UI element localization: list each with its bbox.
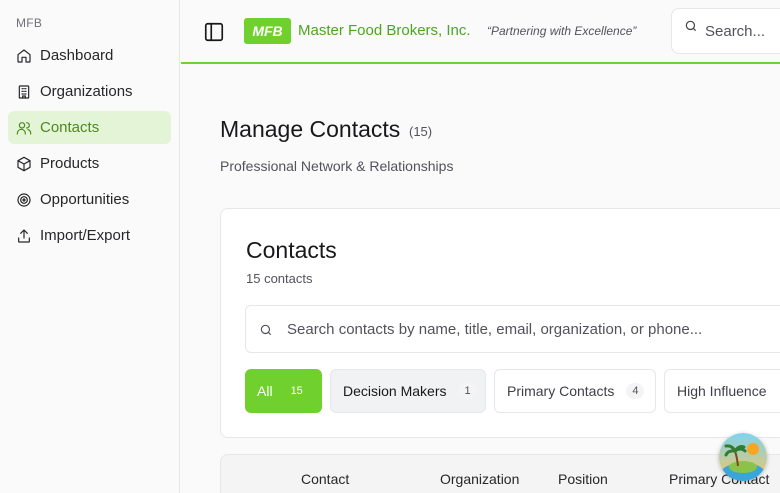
column-header-contact[interactable]: Contact [301, 471, 349, 487]
search-icon [259, 323, 273, 337]
sidebar-item-label: Dashboard [40, 47, 114, 64]
page-subtitle: Professional Network & Relationships [220, 158, 454, 174]
filter-label: Decision Makers [343, 383, 447, 399]
sidebar: MFB Dashboard Organizations Contacts Pro… [0, 0, 180, 493]
sidebar-toggle-button[interactable] [203, 21, 225, 43]
company-logo: MFB [244, 18, 291, 44]
sidebar-item-label: Products [40, 155, 100, 172]
sidebar-item-label: Import/Export [40, 227, 131, 244]
sidebar-item-products[interactable]: Products [8, 147, 171, 180]
filter-primary-contacts-button[interactable]: Primary Contacts 4 [494, 369, 656, 413]
sidebar-brand: MFB [16, 16, 43, 30]
top-header: MFB Master Food Brokers, Inc. “Partnerin… [181, 0, 780, 64]
filter-all-button[interactable]: All 15 [245, 369, 322, 413]
search-icon [684, 19, 698, 33]
filter-label: High Influence [677, 383, 767, 399]
filter-label: Primary Contacts [507, 383, 615, 399]
users-icon [16, 120, 32, 136]
filter-count: 4 [626, 383, 645, 399]
upload-icon [16, 228, 32, 244]
sidebar-item-dashboard[interactable]: Dashboard [8, 39, 171, 72]
sidebar-item-label: Opportunities [40, 191, 130, 208]
sidebar-item-label: Organizations [40, 83, 133, 100]
global-search-input[interactable]: Search... [671, 8, 780, 54]
package-icon [16, 156, 32, 172]
contacts-search-input[interactable]: Search contacts by name, title, email, o… [245, 305, 780, 353]
filter-label: All [257, 383, 273, 399]
filter-decision-makers-button[interactable]: Decision Makers 1 [330, 369, 486, 413]
contacts-table-header: Contact Organization Position Primary Co… [220, 454, 780, 493]
company-name: Master Food Brokers, Inc. [298, 22, 471, 39]
home-icon [16, 48, 32, 64]
column-header-position[interactable]: Position [558, 471, 608, 487]
sidebar-item-label: Contacts [40, 119, 100, 136]
sidebar-nav: Dashboard Organizations Contacts Product… [8, 39, 171, 255]
sidebar-item-import-export[interactable]: Import/Export [8, 219, 171, 252]
sidebar-item-opportunities[interactable]: Opportunities [8, 183, 171, 216]
card-title: Contacts [246, 237, 337, 263]
contacts-count: 15 contacts [246, 271, 313, 286]
column-header-organization[interactable]: Organization [440, 471, 519, 487]
contacts-card: Contacts 15 contacts Search contacts by … [220, 208, 780, 438]
company-tagline: “Partnering with Excellence” [487, 24, 637, 38]
filter-count: 15 [290, 385, 303, 397]
assistant-avatar[interactable] [719, 433, 767, 481]
sidebar-item-organizations[interactable]: Organizations [8, 75, 171, 108]
panel-left-icon [204, 22, 224, 42]
page-title-count: (15) [409, 124, 433, 139]
building-icon [16, 84, 32, 100]
sidebar-item-contacts[interactable]: Contacts [8, 111, 171, 144]
filter-high-influence-button[interactable]: High Influence [664, 369, 780, 413]
global-search-placeholder: Search... [705, 23, 766, 40]
contacts-search-placeholder: Search contacts by name, title, email, o… [287, 321, 703, 338]
target-icon [16, 192, 32, 208]
filter-count: 1 [458, 383, 477, 399]
island-icon [719, 433, 767, 481]
page-title: Manage Contacts [220, 116, 401, 142]
